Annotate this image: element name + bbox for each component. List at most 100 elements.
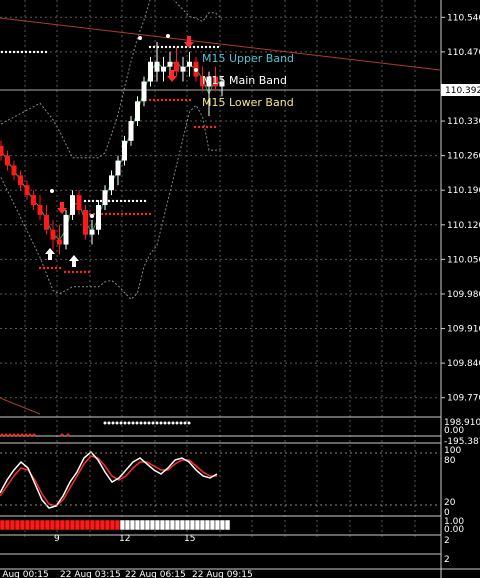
candle-body[interactable] [148,61,153,82]
resistance-dots [135,199,139,203]
candle-body[interactable] [167,61,173,67]
indicator-dot [111,421,115,425]
candles[interactable] [0,41,225,255]
resistance-dots [152,45,156,49]
trading-chart-window[interactable]: M15 Upper Band M15 Main Band M15 Lower Ban… [0,0,480,578]
support-dots [87,270,91,274]
support-dots [63,270,67,274]
indicator-dot [0,433,4,437]
indicator-dot [127,421,131,425]
support-dots [176,98,180,102]
candle-body[interactable] [187,61,192,67]
resistance-dots [4,50,8,54]
stochastic-signal-line [0,455,217,507]
histogram-bar [54,519,61,531]
resistance-dots [139,199,143,203]
indicator-dot [135,421,139,425]
histogram-bar [189,519,196,531]
resistance-dots [176,45,180,49]
histogram-bar [39,519,46,531]
candle-body[interactable] [63,214,69,245]
down-arrow-icon [167,70,177,82]
resistance-dots [192,45,196,49]
histogram-bar [9,519,16,531]
candle-body[interactable] [115,160,121,176]
candle-body[interactable] [102,190,108,206]
candle-body[interactable] [154,61,160,72]
candle-body[interactable] [18,175,23,186]
histogram-bar [74,519,81,531]
candle-body[interactable] [141,81,147,102]
subpanel-tick-label: 2 [444,555,450,565]
histogram-bar [179,519,186,531]
marker-dot [90,214,94,218]
candle-body[interactable] [31,195,36,206]
histogram-bar [89,519,96,531]
price-panel[interactable]: M15 Upper Band M15 Main Band M15 Lower Ban… [0,0,441,540]
resistance-dots [8,50,12,54]
candle-body[interactable] [57,239,62,245]
histogram-bar [154,519,161,531]
candle-body[interactable] [5,155,10,166]
candle-body[interactable] [44,214,49,230]
subpanel-tick-label: 100 [444,446,461,456]
histogram-bar [59,519,66,531]
candle-body[interactable] [83,209,88,235]
support-dots [42,266,46,270]
current-price-label: 110.392 [445,86,480,96]
indicator-dot [16,433,20,437]
subpanel-tick-label: 0.00 [444,426,464,436]
resistance-dots [83,199,87,203]
resistance-dots [115,199,119,203]
resistance-dots [212,45,216,49]
candle-body[interactable] [0,145,4,156]
indicator-dot [183,421,187,425]
candle-body[interactable] [24,185,30,196]
marker-dot [194,68,198,72]
candle-body[interactable] [37,205,43,215]
candle-body[interactable] [128,121,134,141]
candle-body[interactable] [135,101,140,122]
marker-dot [50,189,54,193]
resistance-dots [24,50,28,54]
indicator-subpanels[interactable]: 198.91060.00-195.387100802001.000.0022 [0,416,480,565]
indicator-dot [163,421,167,425]
resistance-dots [164,45,168,49]
trendline-lower[interactable] [0,397,41,415]
candle-body[interactable] [50,229,56,240]
candle-body[interactable] [70,195,75,215]
indicator-dot [187,421,191,425]
candle-body[interactable] [89,229,95,235]
histogram-bar [104,519,111,531]
resistance-dots [168,45,172,49]
indicator-dot [4,433,8,437]
indicator-dot [60,433,64,437]
histogram-bar [119,519,126,531]
support-dots [144,212,148,216]
histogram-bar [149,519,156,531]
histogram-bar [94,519,101,531]
candle-body[interactable] [76,195,82,210]
candle-body[interactable] [109,175,114,191]
support-dots [136,212,140,216]
up-arrow-icon [45,248,55,260]
main-band-line [0,60,223,241]
candle-body[interactable] [96,205,101,230]
histogram-bar [84,519,91,531]
histogram-bar [29,519,36,531]
support-dots [38,266,42,270]
support-dots [104,212,108,216]
indicator-dot [171,421,175,425]
support-dots [75,270,79,274]
support-dots [132,212,136,216]
resistance-dots [127,199,131,203]
indicator-dot [32,433,36,437]
histogram-bar [69,519,76,531]
time-label: 22 Aug 09:15 [192,570,253,578]
candle-body[interactable] [161,66,166,72]
candle-body[interactable] [180,66,186,72]
candle-body[interactable] [11,165,17,176]
candle-body[interactable] [122,140,127,161]
time-label: 22 Aug 03:15 [60,570,121,578]
candle-body[interactable] [174,61,179,72]
